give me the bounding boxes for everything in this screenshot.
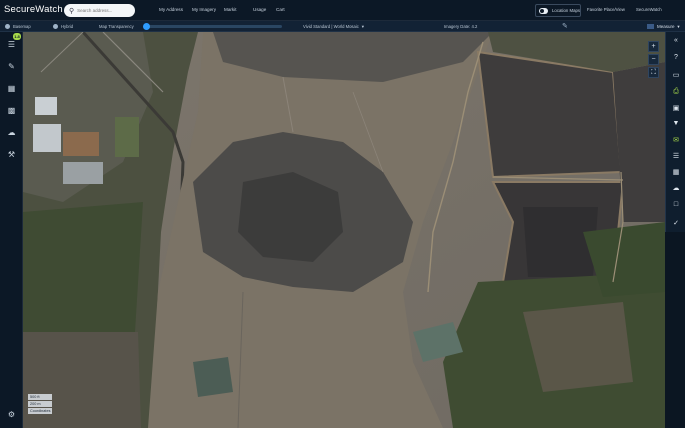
status-badge[interactable]: 1.8 xyxy=(13,33,21,40)
calculator-icon[interactable]: ▩ xyxy=(4,104,19,117)
top-navigation-bar: SecureWatch ⚲ My Address My Imagery Mark… xyxy=(0,0,685,21)
square-box-icon[interactable]: □ xyxy=(670,199,682,210)
slider-handle[interactable] xyxy=(143,23,150,30)
satellite-map[interactable] xyxy=(23,32,665,428)
filter-funnel-icon[interactable]: ▼ xyxy=(670,118,682,129)
grid-table-icon[interactable]: ▦ xyxy=(4,82,19,95)
checkmark-icon[interactable]: ✓ xyxy=(670,217,682,228)
coordinates-readout[interactable]: Coordinates xyxy=(28,408,53,414)
brand-logo[interactable]: SecureWatch xyxy=(4,4,63,15)
basemap-label: Basemap xyxy=(13,23,31,29)
transparency-label: Map Transparency xyxy=(99,24,134,29)
pencil-icon[interactable]: ✎ xyxy=(562,22,568,30)
basemap-icon xyxy=(5,23,10,29)
layers-icon[interactable]: ☰ xyxy=(670,150,682,161)
favorite-place-link[interactable]: Favorite Place/View xyxy=(587,7,625,12)
left-sidebar: ☰ ✎ ▦ ▩ ☁ ⚒ ⚙ xyxy=(0,32,23,428)
cloud-icon[interactable]: ☁ xyxy=(670,182,682,193)
chevron-down-icon: ▼ xyxy=(676,23,681,29)
right-tool-strip: « ? ▭ ⎙ ▣ ▼ ✉ ☰ ▦ ☁ □ ✓ xyxy=(665,32,685,232)
image-icon[interactable]: ▣ xyxy=(670,102,682,113)
map-toolbar: Basemap Hybrid Map Transparency Vivid St… xyxy=(0,21,685,32)
toggle-label: Location Maps xyxy=(552,8,580,13)
chevron-down-icon: ▼ xyxy=(360,23,365,29)
settings-gear-icon[interactable]: ⚙ xyxy=(4,408,19,421)
basemap-selector[interactable]: Basemap xyxy=(5,23,31,29)
zoom-out-button[interactable]: − xyxy=(648,54,659,65)
transparency-text: Map Transparency xyxy=(99,23,134,29)
print-icon[interactable]: ⎙ xyxy=(670,86,682,97)
search-icon[interactable]: ⚲ xyxy=(69,7,74,15)
imagery-date: Imagery Date: 4.2 xyxy=(444,24,477,29)
nav-item-my-imagery[interactable]: My Imagery xyxy=(192,7,216,12)
imagery-date-label: Imagery Date: 4.2 xyxy=(444,23,478,29)
collapse-chevron-icon[interactable]: « xyxy=(670,35,682,46)
securewatch-app: SecureWatch ⚲ My Address My Imagery Mark… xyxy=(0,0,685,428)
envelope-icon[interactable]: ✉ xyxy=(670,134,682,145)
nav-item-cart[interactable]: Cart xyxy=(276,7,285,12)
book-icon[interactable]: ▦ xyxy=(670,166,682,177)
toggle-switch[interactable] xyxy=(539,7,549,14)
draw-pencil-icon[interactable]: ✎ xyxy=(4,60,19,73)
help-icon[interactable]: ? xyxy=(670,52,682,63)
scale-box: 500 ft 200 m Coordinates xyxy=(28,394,53,414)
search-input[interactable] xyxy=(77,5,133,16)
satellite-imagery[interactable] xyxy=(23,32,665,428)
nav-item-usage[interactable]: Usage xyxy=(253,7,266,12)
wrench-icon[interactable]: ⚒ xyxy=(4,148,19,161)
transparency-slider[interactable] xyxy=(143,23,282,30)
hybrid-icon xyxy=(53,23,58,29)
measure-dropdown[interactable]: Measure ▼ xyxy=(647,23,681,29)
search-box[interactable]: ⚲ xyxy=(64,4,135,17)
cloud-icon[interactable]: ☁ xyxy=(4,126,19,139)
monitor-icon[interactable]: ▭ xyxy=(670,69,682,80)
fullscreen-button[interactable]: ⛶ xyxy=(648,67,659,78)
measure-label: Measure xyxy=(657,23,675,29)
zoom-in-button[interactable]: + xyxy=(648,41,659,52)
imagery-feed-dropdown[interactable]: Vivid Standard | World Mosaic ▼ xyxy=(303,24,365,29)
location-maps-toggle[interactable]: Location Maps xyxy=(535,4,581,17)
hybrid-label: Hybrid xyxy=(61,23,74,29)
scale-bar-meters: 200 m xyxy=(28,401,53,407)
measure-icon xyxy=(647,23,654,29)
feed-label: Vivid Standard | World Mosaic xyxy=(303,23,359,29)
nav-item-my-address[interactable]: My Address xyxy=(159,7,183,12)
account-link[interactable]: SecureWatch xyxy=(636,7,662,12)
hybrid-selector[interactable]: Hybrid xyxy=(53,23,74,29)
scale-bar-feet: 500 ft xyxy=(28,394,53,400)
nav-item-markit[interactable]: Markit xyxy=(224,7,237,12)
